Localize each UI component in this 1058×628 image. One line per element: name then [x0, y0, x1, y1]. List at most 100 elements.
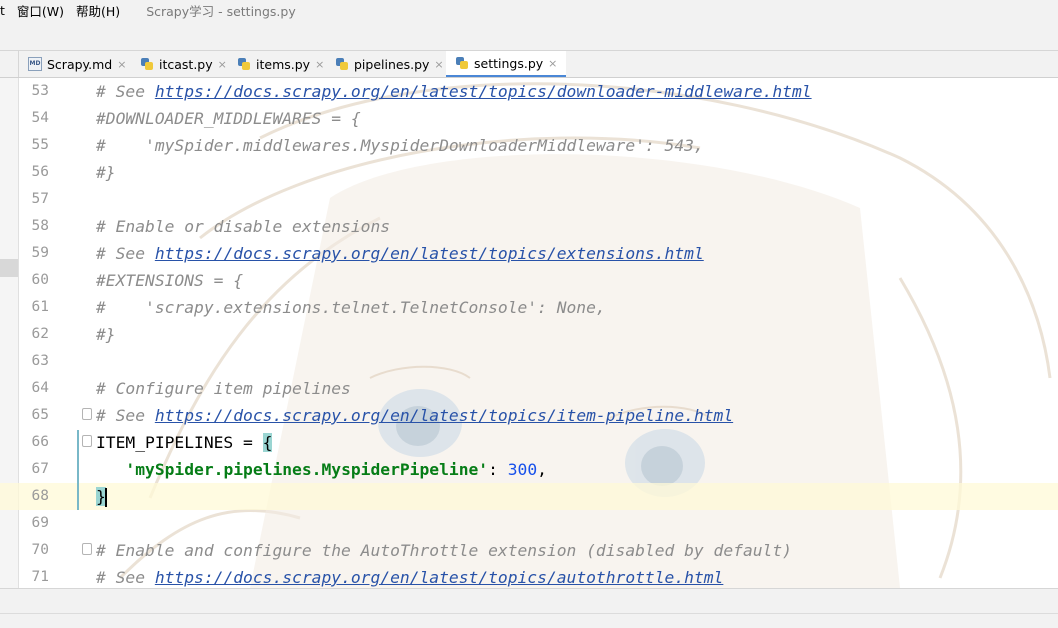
tab-label: Scrapy.md — [47, 56, 113, 72]
line-number: 63 — [31, 353, 49, 369]
code-line[interactable]: 64 # Configure item pipelines — [0, 375, 1058, 402]
line-number: 64 — [31, 380, 49, 396]
tab-settings-py[interactable]: settings.py × — [446, 51, 567, 77]
close-icon[interactable]: × — [548, 57, 557, 70]
tab-label: settings.py — [474, 55, 544, 71]
toolbar — [0, 20, 1058, 51]
code-line[interactable]: 68} — [0, 483, 1058, 510]
line-number: 61 — [31, 299, 49, 315]
code-token: # See — [96, 568, 155, 587]
code-text[interactable]: # Enable or disable extensions — [96, 213, 390, 240]
code-line[interactable]: 55 # 'mySpider.middlewares.MyspiderDownlo… — [0, 132, 1058, 159]
line-number: 69 — [31, 515, 49, 531]
code-token: { — [262, 433, 273, 452]
line-number: 65 — [31, 407, 49, 423]
line-number: 55 — [31, 137, 49, 153]
code-text[interactable]: #EXTENSIONS = { — [96, 267, 243, 294]
code-line[interactable]: 69 — [0, 510, 1058, 537]
code-text[interactable]: #DOWNLOADER_MIDDLEWARES = { — [96, 105, 361, 132]
tab-bar-left-gutter — [0, 51, 19, 77]
code-line[interactable]: 63 — [0, 348, 1058, 375]
code-token: #DOWNLOADER_MIDDLEWARES = { — [96, 109, 361, 128]
code-line[interactable]: 61 # 'scrapy.extensions.telnet.TelnetCons… — [0, 294, 1058, 321]
code-text[interactable]: # 'mySpider.middlewares.MyspiderDownload… — [96, 132, 704, 159]
line-number: 53 — [31, 83, 49, 99]
code-line[interactable]: 71 # See https://docs.scrapy.org/en/lates… — [0, 564, 1058, 588]
code-line[interactable]: 67 'mySpider.pipelines.MyspiderPipeline'… — [0, 456, 1058, 483]
line-number: 59 — [31, 245, 49, 261]
code-editor[interactable]: 53 # See https://docs.scrapy.org/en/lates… — [0, 78, 1058, 588]
status-bar-divider — [0, 613, 1058, 614]
line-number: 60 — [31, 272, 49, 288]
line-number: 68 — [31, 488, 49, 504]
code-link[interactable]: https://docs.scrapy.org/en/latest/topics… — [155, 568, 724, 587]
tab-pipelines-py[interactable]: pipelines.py × — [335, 51, 444, 77]
close-icon[interactable]: × — [315, 58, 324, 71]
python-file-icon — [140, 57, 154, 71]
menu-item-partial[interactable]: t — [0, 3, 11, 18]
window-title: Scrapy学习 - settings.py — [146, 3, 296, 19]
close-icon[interactable]: × — [218, 58, 227, 71]
code-text[interactable]: # Enable and configure the AutoThrottle … — [96, 537, 792, 564]
code-line[interactable]: 54 #DOWNLOADER_MIDDLEWARES = { — [0, 105, 1058, 132]
close-icon[interactable]: × — [434, 58, 443, 71]
tab-items-py[interactable]: items.py × — [237, 51, 324, 77]
code-line[interactable]: 62 #} — [0, 321, 1058, 348]
code-text[interactable]: #} — [96, 159, 116, 186]
tab-itcast-py[interactable]: itcast.py × — [140, 51, 227, 77]
fold-marker-icon[interactable] — [82, 543, 92, 555]
code-token: # 'scrapy.extensions.telnet.TelnetConsol… — [96, 298, 606, 317]
code-text[interactable]: # See https://docs.scrapy.org/en/latest/… — [96, 78, 812, 105]
code-line[interactable]: 70 # Enable and configure the AutoThrottl… — [0, 537, 1058, 564]
code-token: # Configure item pipelines — [96, 379, 351, 398]
code-text[interactable]: # See https://docs.scrapy.org/en/latest/… — [96, 240, 704, 267]
code-text[interactable]: # Configure item pipelines — [96, 375, 351, 402]
code-token: # Enable and configure the AutoThrottle … — [96, 541, 792, 560]
python-file-icon — [335, 57, 349, 71]
code-token: #} — [96, 163, 116, 182]
code-line[interactable]: 56 #} — [0, 159, 1058, 186]
tab-label: pipelines.py — [354, 56, 430, 72]
text-caret — [104, 488, 107, 507]
code-text[interactable]: # See https://docs.scrapy.org/en/latest/… — [96, 564, 723, 588]
code-token: #} — [96, 325, 116, 344]
python-file-icon — [455, 56, 469, 70]
code-text[interactable]: 'mySpider.pipelines.MyspiderPipeline': 3… — [96, 456, 547, 483]
code-line[interactable]: 53 # See https://docs.scrapy.org/en/lates… — [0, 78, 1058, 105]
menu-item-help[interactable]: 帮助(H) — [70, 1, 126, 20]
code-line[interactable]: 60 #EXTENSIONS = { — [0, 267, 1058, 294]
code-text[interactable]: # See https://docs.scrapy.org/en/latest/… — [96, 402, 733, 429]
menu-item-window[interactable]: 窗口(W) — [11, 1, 70, 20]
code-token: 300 — [507, 460, 538, 479]
fold-marker-icon[interactable] — [82, 435, 92, 447]
code-link[interactable]: https://docs.scrapy.org/en/latest/topics… — [155, 244, 704, 263]
status-bar — [0, 588, 1058, 628]
fold-scope-line — [77, 430, 79, 510]
code-line[interactable]: 65 # See https://docs.scrapy.org/en/lates… — [0, 402, 1058, 429]
tab-scrapy-md[interactable]: MD Scrapy.md × — [28, 51, 126, 77]
code-text[interactable]: # 'scrapy.extensions.telnet.TelnetConsol… — [96, 294, 606, 321]
code-token: # See — [96, 406, 155, 425]
code-text[interactable]: } — [96, 483, 107, 510]
code-line[interactable]: 59 # See https://docs.scrapy.org/en/lates… — [0, 240, 1058, 267]
code-token: : — [488, 460, 508, 479]
code-token: # See — [96, 244, 155, 263]
code-line[interactable]: 58 # Enable or disable extensions — [0, 213, 1058, 240]
line-number: 54 — [31, 110, 49, 126]
menu-bar: t 窗口(W) 帮助(H) Scrapy学习 - settings.py — [0, 0, 1058, 20]
editor-tab-bar: MD Scrapy.md × itcast.py × items.py × pi… — [0, 51, 1058, 78]
fold-marker-icon[interactable] — [82, 408, 92, 420]
code-link[interactable]: https://docs.scrapy.org/en/latest/topics… — [155, 406, 733, 425]
close-icon[interactable]: × — [117, 58, 126, 71]
code-token: #EXTENSIONS = { — [96, 271, 244, 290]
code-text[interactable]: ITEM_PIPELINES = { — [96, 429, 273, 456]
code-link[interactable]: https://docs.scrapy.org/en/latest/topics… — [155, 82, 812, 101]
code-token: , — [537, 460, 547, 479]
code-line[interactable]: 66 ITEM_PIPELINES = { — [0, 429, 1058, 456]
code-line[interactable]: 57 — [0, 186, 1058, 213]
code-token: # 'mySpider.middlewares.MyspiderDownload… — [96, 136, 704, 155]
code-text[interactable]: #} — [96, 321, 116, 348]
line-number: 70 — [31, 542, 49, 558]
line-number: 71 — [31, 569, 49, 585]
